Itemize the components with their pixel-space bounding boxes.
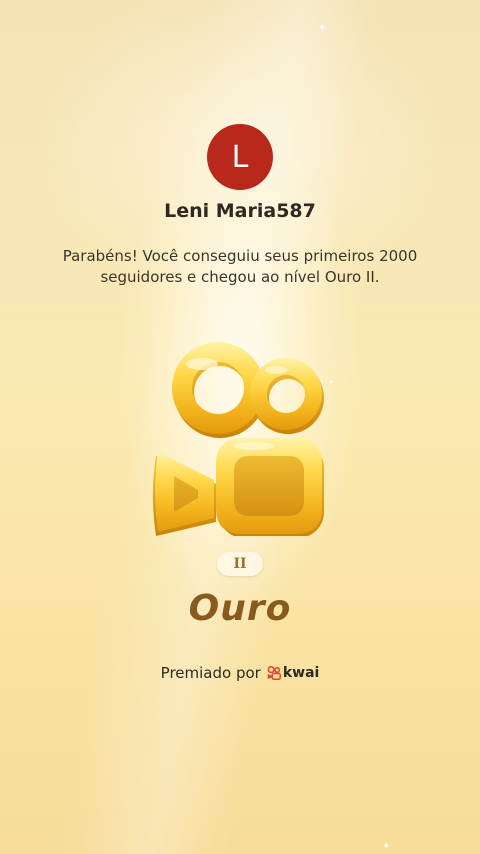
sparkle-icon: ✦ [382, 841, 391, 852]
sparkle-icon: ✦ [318, 23, 327, 34]
kwai-logo-badge-icon [153, 342, 324, 536]
level-name: Ouro [188, 588, 292, 629]
avatar-initial: L [231, 139, 249, 175]
awarded-by: Premiado por kwai [0, 664, 480, 682]
level-numeral: II [233, 556, 247, 572]
avatar[interactable]: L [207, 124, 273, 190]
congratulation-message: Parabéns! Você conseguiu seus primeiros … [62, 247, 418, 286]
level-badge: II [217, 552, 263, 576]
kwai-brand[interactable]: kwai [267, 665, 320, 681]
kwai-logo-icon [267, 666, 281, 680]
username[interactable]: Leni Maria587 [0, 200, 480, 222]
awarded-by-label: Premiado por [160, 664, 261, 682]
brand-name: kwai [282, 665, 320, 681]
